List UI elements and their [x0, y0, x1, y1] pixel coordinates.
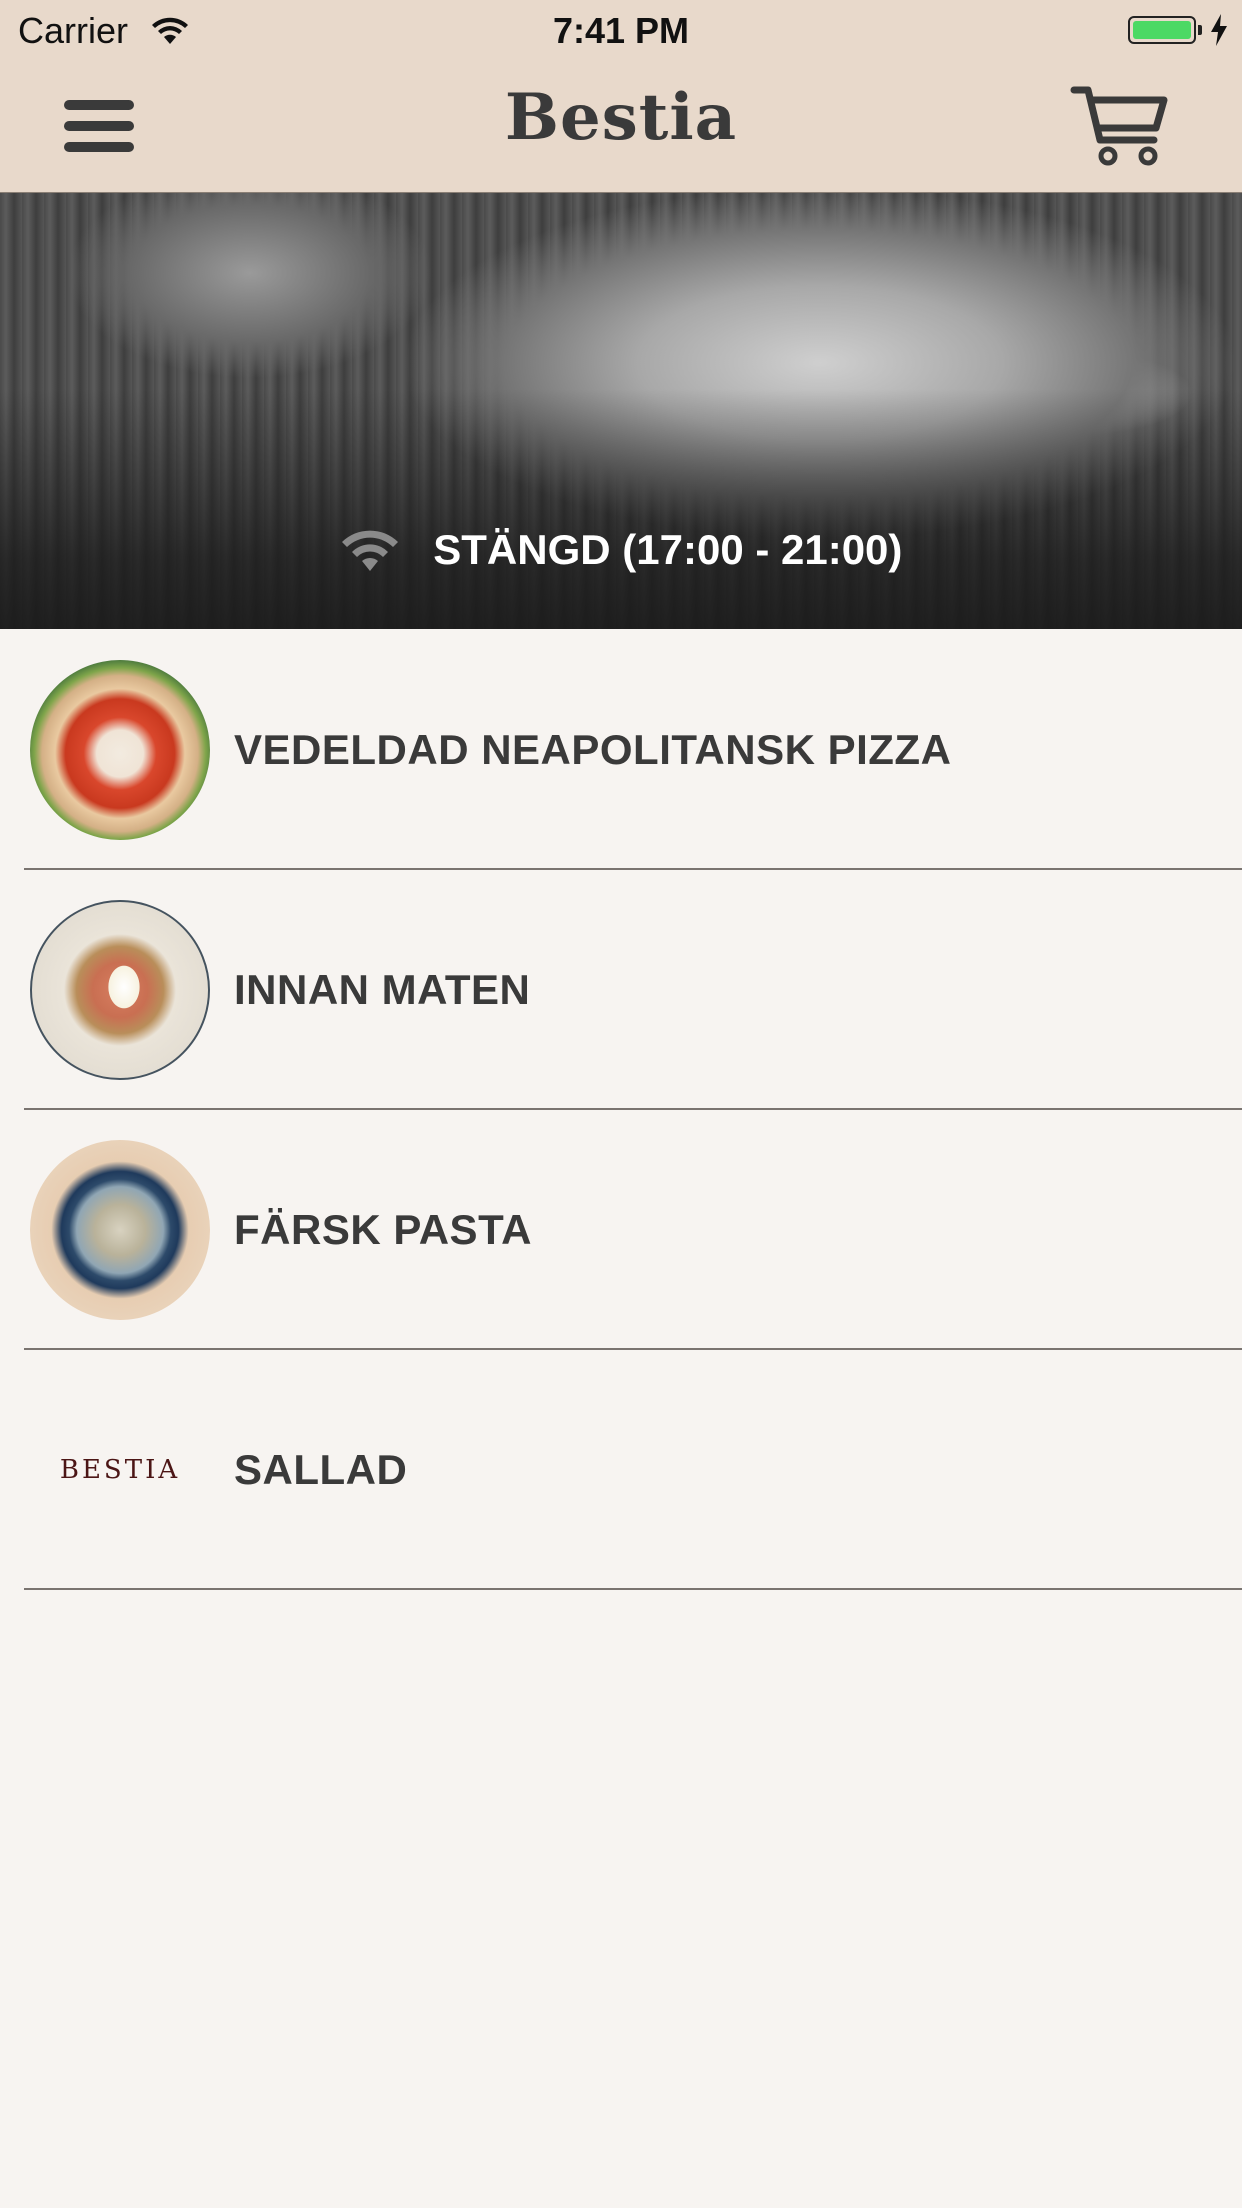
pizza-photo: [30, 660, 210, 840]
logo-text: BESTIA: [59, 1455, 181, 1485]
category-list: VEDELDAD NEAPOLITANSK PIZZA INNAN MATEN …: [0, 630, 1242, 1590]
charging-bolt-icon: [1211, 14, 1227, 46]
status-bar: Carrier 7:41 PM: [0, 0, 1242, 60]
divider: [24, 1588, 1242, 1590]
app-title: Bestia: [504, 80, 738, 155]
battery-icon: [1128, 16, 1196, 44]
status-text: STÄNGD (17:00 - 21:00): [433, 525, 903, 573]
shopping-cart-icon[interactable]: [1070, 82, 1170, 170]
battery-cap: [1198, 25, 1202, 35]
category-row-sallad[interactable]: BESTIA SALLAD: [0, 1350, 1242, 1590]
category-label: INNAN MATEN: [234, 966, 531, 1013]
bestia-logo: BESTIA: [30, 1380, 210, 1560]
hero-shade: [0, 389, 1242, 629]
wifi-icon: [341, 530, 398, 571]
nav-bar: Bestia: [0, 60, 1242, 193]
pasta-photo: [30, 1140, 210, 1320]
starter-photo: [30, 900, 210, 1080]
clock: 7:41 PM: [552, 10, 690, 51]
category-label: VEDELDAD NEAPOLITANSK PIZZA: [234, 726, 952, 773]
category-row-innan-maten[interactable]: INNAN MATEN: [0, 870, 1242, 1110]
category-label: SALLAD: [234, 1446, 408, 1493]
category-row-pizza[interactable]: VEDELDAD NEAPOLITANSK PIZZA: [0, 630, 1242, 870]
category-label: FÄRSK PASTA: [234, 1206, 532, 1253]
opening-hours-status: STÄNGD (17:00 - 21:00): [0, 523, 1242, 574]
hero-banner: STÄNGD (17:00 - 21:00): [0, 193, 1242, 629]
category-row-farsk-pasta[interactable]: FÄRSK PASTA: [0, 1110, 1242, 1350]
